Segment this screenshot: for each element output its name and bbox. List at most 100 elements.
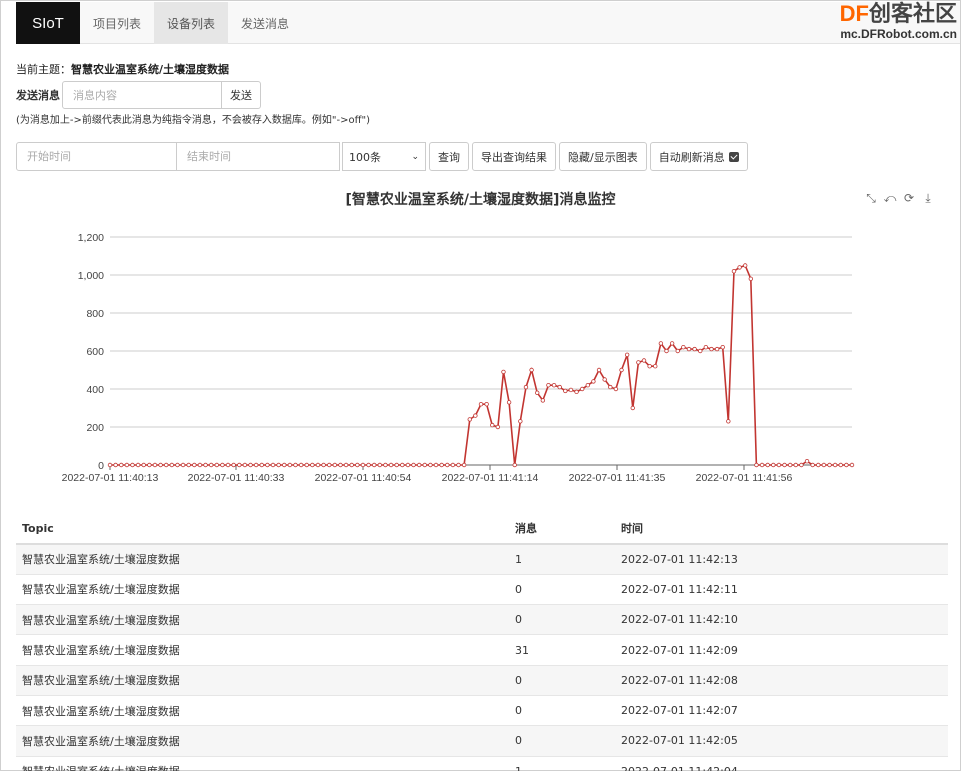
data-point [461,462,467,468]
data-point [579,386,585,392]
limit-select[interactable]: 100条 ⌄ [342,142,426,171]
y-tick-label: 1,200 [78,232,104,244]
table-row[interactable]: 智慧农业温室系统/土壤湿度数据 0 2022-07-01 11:42:11 [16,574,948,606]
data-point [574,389,579,395]
data-point [585,382,591,388]
data-point [383,462,388,468]
data-point [192,462,197,468]
data-point [467,417,472,422]
end-time-input[interactable] [177,142,340,171]
col-time-header[interactable]: 时间 [615,513,948,545]
cell-topic: 智慧农业温室系统/土壤湿度数据 [16,725,509,757]
table-row[interactable]: 智慧农业温室系统/土壤湿度数据 1 2022-07-01 11:42:13 [16,544,948,575]
table-row[interactable]: 智慧农业温室系统/土壤湿度数据 0 2022-07-01 11:42:07 [16,695,948,727]
col-topic-header[interactable]: Topic [16,513,509,545]
data-point [287,462,293,468]
data-point [849,462,855,468]
table-row[interactable]: 智慧农业温室系统/土壤湿度数据12022-07-01 11:42:04 [16,756,948,771]
data-point [304,462,309,468]
data-point [799,462,804,468]
message-input[interactable] [62,81,222,109]
filter-toolbar: 100条 ⌄ 查询 导出查询结果 隐藏/显示图表 自动刷新消息 [16,142,751,171]
logo-df: DF [839,1,869,26]
current-topic: 当前主题：智慧农业温室系统/土壤湿度数据 [16,61,229,77]
data-point [793,462,798,468]
x-tick-label: 2022-07-01 11:40:54 [315,472,412,484]
table-row[interactable]: 智慧农业温室系统/土壤湿度数据 31 2022-07-01 11:42:09 [16,634,948,666]
data-point [726,419,731,424]
toggle-chart-button[interactable]: 隐藏/显示图表 [559,142,647,171]
data-point [164,462,169,468]
current-topic-label: 当前主题： [16,63,71,76]
table-row[interactable]: 智慧农业温室系统/土壤湿度数据 0 2022-07-01 11:42:05 [16,725,948,757]
tab-send-message[interactable]: 发送消息 [228,2,302,44]
data-point [366,462,371,468]
data-point [343,462,349,468]
data-point [529,367,534,373]
data-point [197,462,203,468]
send-message-row: 发送消息 发送 [16,81,261,109]
data-point [641,358,647,363]
start-time-input[interactable] [16,142,177,171]
cell-time: 2022-07-01 11:42:11 [615,574,948,606]
y-tick-label: 600 [86,346,104,358]
checkbox-checked-icon[interactable] [728,151,739,162]
zoom-reset-icon[interactable]: ⤺ [883,191,897,205]
query-button[interactable]: 查询 [429,142,469,171]
data-point [186,462,191,468]
export-button[interactable]: 导出查询结果 [472,142,556,171]
download-icon[interactable]: ⤓ [921,191,935,205]
data-point [242,462,248,468]
cell-time: 2022-07-01 11:42:13 [615,544,948,575]
data-point [535,390,540,395]
zoom-icon[interactable]: ⤡ [864,191,878,205]
data-point [130,462,135,468]
data-point [619,367,624,373]
cell-time: 2022-07-01 11:42:08 [615,665,948,696]
data-point [394,462,399,468]
cell-time: 2022-07-01 11:42:10 [615,604,948,636]
data-point [450,462,456,468]
col-message-header[interactable]: 消息 [509,513,615,545]
table-row[interactable]: 智慧农业温室系统/土壤湿度数据 0 2022-07-01 11:42:08 [16,665,948,696]
data-point [720,344,725,350]
logo-cn: 创客社区 [868,1,957,26]
data-point [276,462,281,468]
data-point [338,462,343,468]
data-point [804,458,810,464]
data-point [771,462,776,468]
auto-refresh-toggle[interactable]: 自动刷新消息 [649,142,748,171]
data-point [180,462,186,468]
brand-logo[interactable]: SIoT [16,2,80,44]
data-point [742,263,748,268]
data-point [152,462,158,468]
data-point [563,388,568,394]
refresh-icon[interactable]: ⟳ [902,191,916,205]
data-point [675,348,680,354]
data-point [523,384,529,390]
data-point [776,462,782,468]
y-tick-label: 200 [86,422,104,434]
table-row[interactable]: 智慧农业温室系统/土壤湿度数据 0 2022-07-01 11:42:10 [16,604,948,636]
data-point [169,462,175,468]
tab-projects[interactable]: 项目列表 [80,2,154,44]
data-point [759,462,765,468]
cell-topic: 智慧农业温室系统/土壤湿度数据 [16,574,509,606]
data-point [208,462,214,468]
data-point [669,341,675,346]
cell-message: 0 [509,574,615,606]
tab-devices[interactable]: 设备列表 [154,2,229,44]
y-tick-label: 400 [86,384,104,396]
x-tick-label: 2022-07-01 11:40:13 [62,472,159,484]
send-button[interactable]: 发送 [221,81,261,109]
limit-select-value: 100条 [349,150,381,164]
cell-message: 31 [509,634,615,666]
x-tick-label: 2022-07-01 11:41:35 [569,472,666,484]
cell-time: 2022-07-01 11:42:04 [615,756,948,771]
send-message-label: 发送消息 [16,89,60,102]
logo-url: mc.DFRobot.com.cn [840,27,957,41]
series-line [110,264,852,466]
data-point [664,348,669,354]
data-point [321,462,326,468]
data-point [602,377,607,382]
